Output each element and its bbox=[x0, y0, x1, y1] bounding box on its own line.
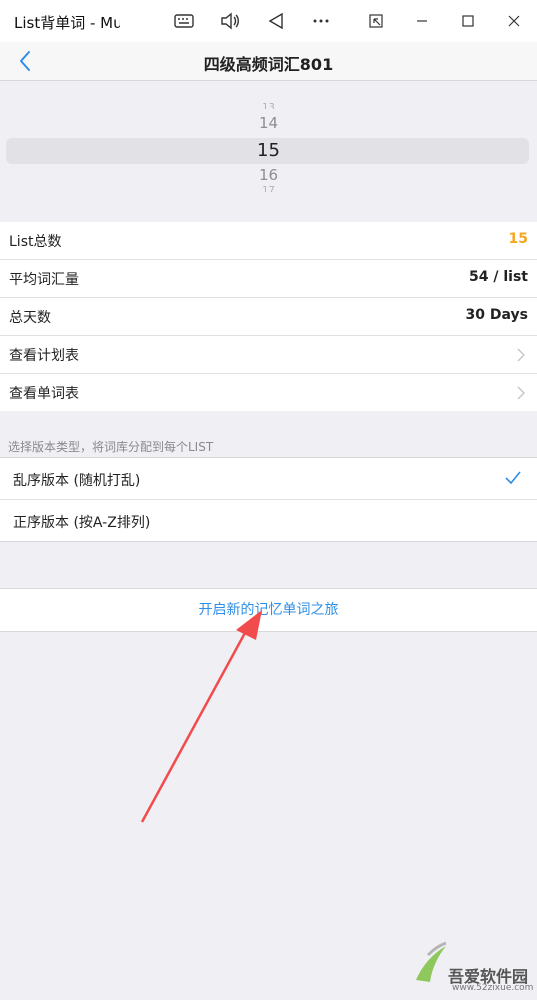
view-plan-row[interactable]: 查看计划表 bbox=[0, 336, 537, 374]
total-days-row: 总天数 30 Days bbox=[0, 298, 537, 336]
row-label: 查看计划表 bbox=[9, 348, 79, 364]
avg-vocab-value: 54 / list bbox=[469, 269, 528, 285]
checkmark-icon bbox=[505, 470, 521, 486]
close-icon[interactable] bbox=[500, 8, 528, 34]
window-titlebar: List背单词 - Mul bbox=[0, 0, 537, 42]
chevron-right-icon bbox=[517, 347, 526, 362]
back-triangle-icon[interactable] bbox=[262, 8, 290, 34]
watermark-url: www.52zixue.com bbox=[452, 983, 534, 993]
version-group: 乱序版本 (随机打乱) 正序版本 (按A-Z排列) bbox=[0, 457, 537, 542]
keyboard-icon[interactable] bbox=[170, 8, 198, 34]
version-option-shuffled[interactable]: 乱序版本 (随机打乱) bbox=[0, 458, 537, 500]
start-journey-button[interactable]: 开启新的记忆单词之旅 bbox=[0, 588, 537, 632]
view-wordlist-row[interactable]: 查看单词表 bbox=[0, 374, 537, 411]
picker-option[interactable]: 13 bbox=[0, 103, 537, 109]
chevron-right-icon bbox=[517, 385, 526, 400]
watermark: 吾爱软件园 www.52zixue.com bbox=[408, 935, 535, 997]
picker-option[interactable]: 17 bbox=[0, 186, 537, 192]
snap-icon[interactable] bbox=[362, 8, 390, 34]
list-total-value: 15 bbox=[508, 231, 528, 247]
row-label: 平均词汇量 bbox=[9, 272, 79, 288]
nav-bar: 四级高频词汇801 bbox=[0, 42, 537, 81]
version-section-header: 选择版本类型，将词库分配到每个LIST bbox=[8, 440, 214, 454]
option-label: 乱序版本 (随机打乱) bbox=[13, 473, 141, 489]
picker-option[interactable]: 14 bbox=[0, 114, 537, 132]
list-total-row: List总数 15 bbox=[0, 222, 537, 260]
minimize-icon[interactable] bbox=[408, 8, 436, 34]
option-label: 正序版本 (按A-Z排列) bbox=[13, 515, 151, 531]
avg-vocab-row: 平均词汇量 54 / list bbox=[0, 260, 537, 298]
row-label: 查看单词表 bbox=[9, 386, 79, 402]
page-title: 四级高频词汇801 bbox=[203, 55, 334, 74]
row-label: 总天数 bbox=[9, 310, 51, 326]
list-count-picker[interactable]: 13 14 15 16 17 bbox=[0, 81, 537, 221]
picker-option[interactable]: 16 bbox=[0, 166, 537, 184]
row-label: List总数 bbox=[9, 234, 62, 250]
picker-selected-value[interactable]: 15 bbox=[0, 138, 537, 164]
window-title: List背单词 - Mul bbox=[14, 14, 120, 32]
volume-icon[interactable] bbox=[216, 8, 244, 34]
total-days-value: 30 Days bbox=[465, 307, 528, 323]
maximize-icon[interactable] bbox=[454, 8, 482, 34]
more-icon[interactable] bbox=[307, 8, 335, 34]
summary-group: List总数 15 平均词汇量 54 / list 总天数 30 Days 查看… bbox=[0, 222, 537, 411]
version-option-ordered[interactable]: 正序版本 (按A-Z排列) bbox=[0, 500, 537, 541]
